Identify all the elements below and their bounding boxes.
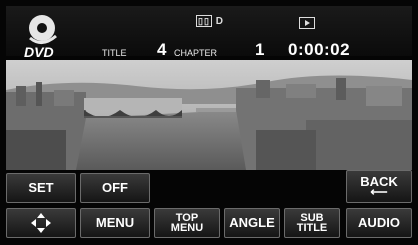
dvd-label: DVD — [24, 44, 54, 60]
subtitle-button[interactable]: SUB TITLE — [284, 208, 340, 238]
title-number: 4 — [157, 40, 167, 59]
elapsed-time: 0:00:02 — [288, 40, 351, 59]
chapter-number: 1 — [255, 40, 265, 59]
cursor-move-button[interactable] — [6, 208, 76, 238]
angle-button[interactable]: ANGLE — [224, 208, 280, 238]
back-button[interactable]: BACK ⟵ — [346, 170, 412, 203]
dolby-icon: ▯▯ — [196, 15, 212, 27]
audio-button[interactable]: AUDIO — [346, 208, 412, 238]
set-button[interactable]: SET — [6, 173, 76, 203]
chapter-label: CHAPTER — [174, 48, 218, 58]
play-status-icon — [299, 17, 315, 29]
status-header: DVD ▯▯ D TITLE 4 CHAPTER 1 0:00:02 — [6, 6, 412, 60]
dvd-player-screen: DVD ▯▯ D TITLE 4 CHAPTER 1 0:00:02 SET O… — [0, 0, 418, 245]
top-menu-button[interactable]: TOP MENU — [154, 208, 220, 238]
title-label: TITLE — [102, 48, 127, 58]
cursor-move-icon — [31, 213, 51, 233]
format-logo: ▯▯ D — [196, 15, 224, 27]
off-button[interactable]: OFF — [80, 173, 150, 203]
menu-button[interactable]: MENU — [80, 208, 150, 238]
back-arrow-icon: ⟵ — [370, 184, 388, 199]
video-frame — [6, 60, 412, 170]
